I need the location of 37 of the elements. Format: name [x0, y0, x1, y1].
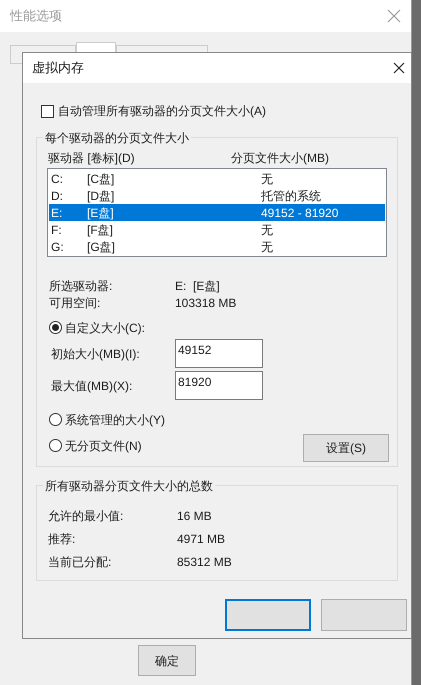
drive-label: [F盘] — [87, 222, 114, 238]
drive-label: [C盘] — [87, 170, 116, 188]
page-file-size: 无 — [261, 170, 273, 188]
info-label: 所选驱动器: — [49, 278, 114, 294]
radio-label: 系统管理的大小(Y) — [65, 412, 165, 428]
page-file-size: 49152 - 81920 — [261, 204, 338, 222]
total-value: 85312 MB — [177, 554, 232, 570]
field-label: 最大值(MB)(X): — [50, 378, 134, 394]
page-file-size: 无 — [261, 222, 273, 238]
window-title: 性能选项 — [10, 7, 62, 26]
drive-label: [D盘] — [87, 188, 116, 204]
drive-letter: C: — [50, 170, 64, 188]
total-label: 推荐: — [48, 530, 76, 548]
total-value: 4971 MB — [177, 530, 226, 548]
total-label: 允许的最小值: — [48, 508, 124, 524]
dialog-title: 虚拟内存 — [32, 59, 84, 78]
column-header: 驱动器 [卷标](D) — [47, 150, 136, 167]
column-header: 分页文件大小(MB) — [231, 150, 329, 167]
drive-letter: D: — [50, 188, 64, 204]
radio-label: 无分页文件(N) — [65, 438, 142, 454]
group-title: 所有驱动器分页文件大小的总数 — [43, 477, 215, 495]
drive-label: [E盘] — [87, 204, 115, 222]
drive-letter: G: — [50, 238, 65, 256]
info-label: 可用空间: — [49, 294, 102, 312]
info-value: 103318 MB — [175, 294, 236, 312]
field-label: 初始大小(MB)(I): — [50, 346, 141, 362]
group-title: 每个驱动器的分页文件大小 — [43, 129, 191, 147]
total-label: 当前已分配: — [48, 554, 112, 570]
radio-label: 自定义大小(C): — [65, 320, 145, 336]
checkbox-label: 自动管理所有驱动器的分页文件大小(A) — [58, 103, 266, 120]
drive-label: [G盘] — [87, 238, 116, 256]
page-file-size: 无 — [261, 238, 273, 256]
total-value: 16 MB — [177, 508, 212, 524]
info-value: E: [E盘] — [175, 278, 220, 294]
drive-letter: E: — [50, 204, 64, 222]
page-file-size: 托管的系统 — [261, 188, 321, 204]
drive-letter: F: — [50, 222, 63, 238]
